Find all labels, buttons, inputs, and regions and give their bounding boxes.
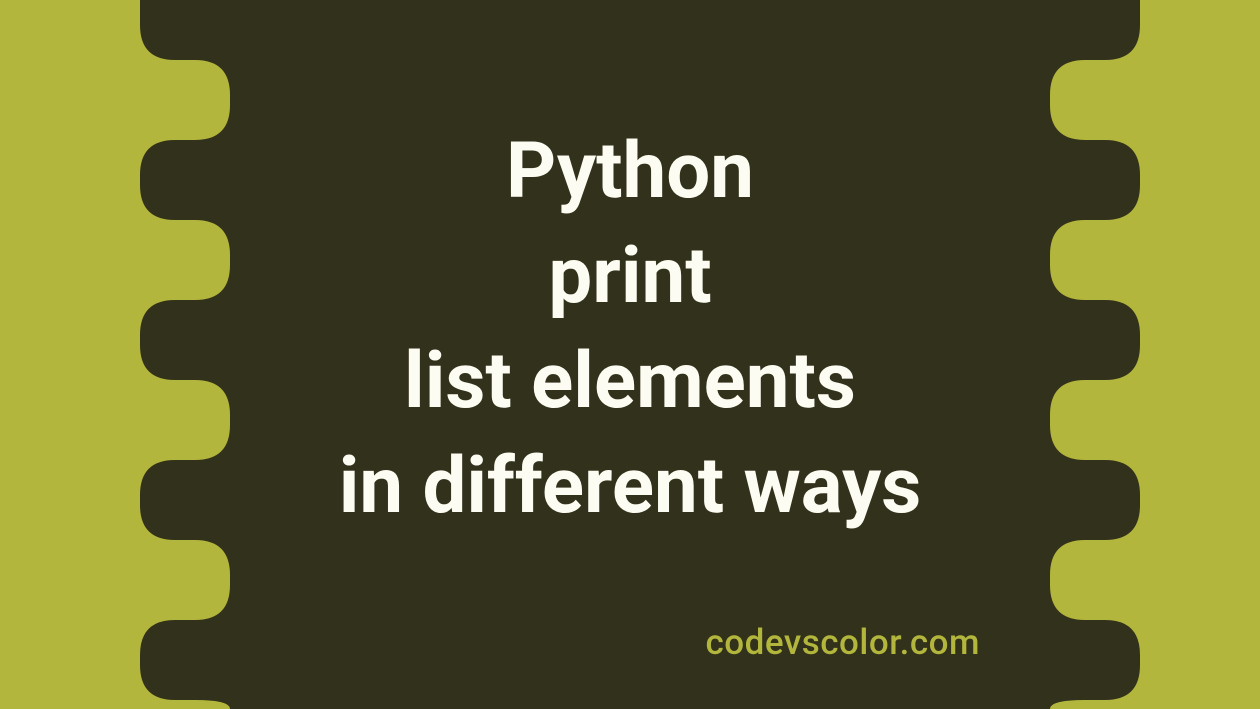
title-banner: Python print list elements in different …: [339, 119, 922, 540]
title-line-4: in different ways: [339, 435, 922, 540]
title-line-2: print: [339, 224, 922, 329]
title-line-1: Python: [339, 119, 922, 224]
title-line-3: list elements: [339, 329, 922, 434]
attribution-text: codevscolor.com: [706, 622, 980, 663]
